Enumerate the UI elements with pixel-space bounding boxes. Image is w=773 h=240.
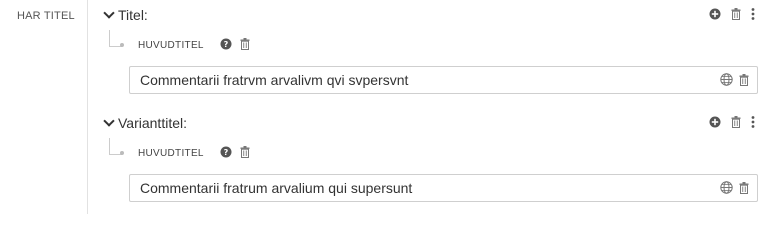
trash-icon[interactable] <box>739 73 749 86</box>
more-vertical-icon[interactable] <box>751 116 755 128</box>
subfield-actions: ? <box>220 146 250 159</box>
group-actions <box>709 116 755 129</box>
trash-icon[interactable] <box>240 146 250 159</box>
section-divider <box>87 0 88 214</box>
tree-node-dot <box>120 151 124 155</box>
group-actions <box>709 8 755 21</box>
svg-text:?: ? <box>224 40 229 49</box>
help-icon[interactable]: ? <box>220 38 232 50</box>
field-actions <box>720 181 749 194</box>
tree-node-dot <box>120 43 124 47</box>
variant-title-group-header: Varianttitel: <box>100 114 765 134</box>
subfield-label: HUVUDTITEL <box>138 40 204 51</box>
field-actions <box>720 73 749 86</box>
chevron-down-icon[interactable] <box>103 115 115 127</box>
variant-title-value-text[interactable]: Commentarii fratrum arvalium qui supersu… <box>140 180 412 196</box>
add-icon[interactable] <box>709 116 721 128</box>
group-title: Varianttitel: <box>118 115 187 131</box>
chevron-down-icon[interactable] <box>103 7 115 19</box>
trash-icon[interactable] <box>731 116 741 129</box>
add-icon[interactable] <box>709 8 721 20</box>
svg-text:?: ? <box>224 148 229 157</box>
field-label-har-titel: HAR TITEL <box>17 10 75 22</box>
title-value-text[interactable]: Commentarii fratrvm arvalivm qvi svpersv… <box>140 72 408 88</box>
trash-icon[interactable] <box>240 38 250 51</box>
subfield-actions: ? <box>220 38 250 51</box>
variant-title-value-field[interactable]: Commentarii fratrum arvalium qui supersu… <box>129 174 758 202</box>
globe-icon[interactable] <box>720 73 733 86</box>
group-title: Titel: <box>118 7 148 23</box>
title-group-header: Titel: <box>100 6 765 26</box>
trash-icon[interactable] <box>739 181 749 194</box>
subfield-label: HUVUDTITEL <box>138 148 204 159</box>
more-vertical-icon[interactable] <box>751 8 755 20</box>
help-icon[interactable]: ? <box>220 146 232 158</box>
trash-icon[interactable] <box>731 8 741 21</box>
title-value-field[interactable]: Commentarii fratrvm arvalivm qvi svpersv… <box>129 66 758 94</box>
globe-icon[interactable] <box>720 181 733 194</box>
